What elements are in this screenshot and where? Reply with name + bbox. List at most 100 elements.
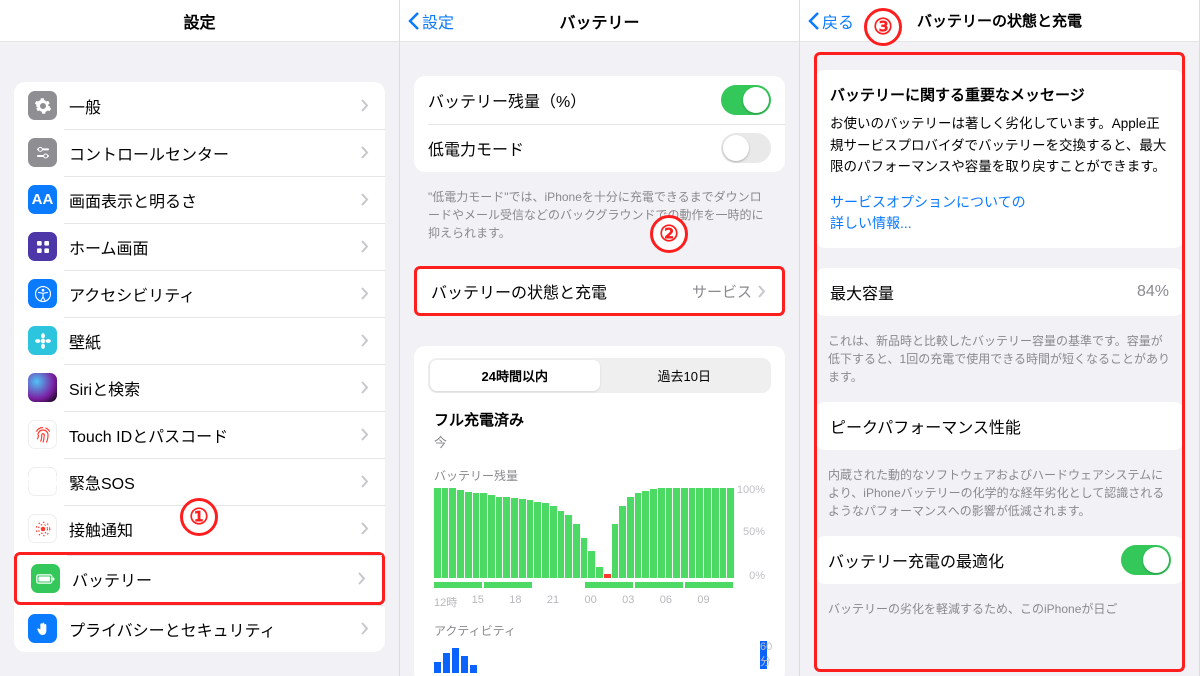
- chart-bar: [619, 506, 627, 578]
- xaxis-tick: 18: [509, 594, 547, 610]
- settings-row-label: Touch IDとパスコード: [69, 423, 361, 447]
- chevron-right-icon: [361, 146, 371, 159]
- battery-percentage-toggle[interactable]: [721, 85, 771, 115]
- chart-bar: [588, 551, 596, 578]
- chevron-right-icon: [361, 287, 371, 300]
- y-60min: 60分: [760, 641, 767, 669]
- charging-indicator-line: [434, 582, 735, 588]
- last-charge-title: フル充電済み: [414, 397, 785, 430]
- settings-row-label: 緊急SOS: [69, 470, 361, 494]
- back-label: 戻る: [822, 9, 854, 33]
- chart-bar: [434, 488, 442, 578]
- chart-bar: [519, 499, 527, 578]
- chevron-right-icon: [361, 334, 371, 347]
- chart-bar: [573, 524, 581, 578]
- optimized-charging-toggle[interactable]: [1121, 545, 1171, 575]
- last-charge-sub: 今: [414, 430, 785, 461]
- row-detail: サービス: [692, 281, 752, 302]
- activity-chart: 60分: [434, 645, 735, 673]
- chart-xaxis: 12時15182100030609: [434, 594, 735, 610]
- chart-bar: [503, 497, 511, 578]
- settings-row-siri[interactable]: Siriと検索: [14, 364, 385, 411]
- chart-bar: [712, 488, 720, 578]
- xaxis-tick: 00: [585, 594, 623, 610]
- row-label: 低電力モード: [428, 136, 721, 160]
- chart-bar: [473, 493, 481, 579]
- seg-24h[interactable]: 24時間以内: [430, 360, 600, 391]
- row-label: バッテリー残量（%）: [428, 88, 721, 112]
- optimized-charging-row[interactable]: バッテリー充電の最適化: [814, 536, 1185, 584]
- back-button[interactable]: 戻る: [808, 9, 854, 33]
- settings-row-label: プライバシーとセキュリティ: [69, 617, 361, 641]
- chart-bar: [542, 503, 550, 578]
- chart-bar: [696, 488, 704, 578]
- xaxis-tick: 12時: [434, 594, 472, 610]
- chart-bar: [666, 488, 674, 578]
- annotation-badge-1: ①: [180, 498, 218, 536]
- message-body: お使いのバッテリーは著しく劣化しています。Apple正規サービスプロバイダでバッ…: [814, 113, 1185, 188]
- max-capacity-note: これは、新品時と比較したバッテリー容量の基準です。容量が低下すると、1回の充電で…: [800, 326, 1199, 394]
- chart-bar: [449, 488, 457, 578]
- chart-bar: [627, 497, 635, 578]
- chart-bar: [442, 488, 450, 578]
- nav-bar: 戻る バッテリーの状態と充電: [800, 0, 1199, 42]
- service-options-link[interactable]: サービスオプションについての 詳しい情報...: [814, 188, 1185, 248]
- low-power-row[interactable]: 低電力モード: [414, 124, 785, 172]
- settings-row-battery[interactable]: バッテリー: [14, 552, 385, 605]
- settings-row-label: コントロールセンター: [69, 141, 361, 165]
- chart-bar: [465, 492, 473, 578]
- chevron-right-icon: [758, 285, 768, 298]
- peak-performance-note: 内蔵された動的なソフトウェアおよびハードウェアシステムにより、iPhoneバッテ…: [800, 460, 1199, 528]
- chart-bar: [612, 524, 620, 578]
- settings-row-wallpaper[interactable]: 壁紙: [14, 317, 385, 364]
- battery-icon: [31, 564, 60, 593]
- settings-row-general[interactable]: 一般: [14, 82, 385, 129]
- chart-label-level: バッテリー残量: [414, 461, 785, 488]
- xaxis-tick: 09: [697, 594, 735, 610]
- chart-bar: [488, 495, 496, 578]
- optimized-charging-note: バッテリーの劣化を軽減するため、このiPhoneが日ご: [800, 594, 1199, 626]
- settings-row-label: 一般: [69, 94, 361, 118]
- chevron-right-icon: [361, 522, 371, 535]
- row-label: バッテリー充電の最適化: [828, 548, 1121, 572]
- page-title: 設定: [183, 9, 215, 33]
- battery-percentage-row[interactable]: バッテリー残量（%）: [414, 76, 785, 124]
- back-button[interactable]: 設定: [408, 9, 454, 33]
- battery-health-row[interactable]: バッテリーの状態と充電 サービス: [417, 269, 782, 313]
- hand-icon: [28, 614, 57, 643]
- peak-performance-row: ピークパフォーマンス性能: [814, 402, 1185, 450]
- settings-row-touchid[interactable]: Touch IDとパスコード: [14, 411, 385, 458]
- back-label: 設定: [422, 9, 454, 33]
- xaxis-tick: 03: [622, 594, 660, 610]
- settings-row-label: アクセシビリティ: [69, 282, 361, 306]
- sliders-icon: [28, 138, 57, 167]
- accessibility-icon: [28, 279, 57, 308]
- chart-bar: [596, 567, 604, 578]
- low-power-toggle[interactable]: [721, 133, 771, 163]
- low-power-note: "低電力モード"では、iPhoneを十分に充電できるまでダウンロードやメール受信…: [400, 182, 799, 250]
- chevron-right-icon: [361, 475, 371, 488]
- settings-row-control-center[interactable]: コントロールセンター: [14, 129, 385, 176]
- nav-bar: 設定 バッテリー: [400, 0, 799, 42]
- home-grid-icon: [28, 232, 57, 261]
- seg-10d[interactable]: 過去10日: [600, 360, 770, 391]
- annotation-badge-3: ③: [864, 8, 902, 46]
- y-0: 0%: [749, 570, 765, 582]
- chart-bar: [650, 489, 658, 578]
- settings-row-label: Siriと検索: [69, 376, 361, 400]
- chevron-right-icon: [361, 240, 371, 253]
- settings-row-privacy[interactable]: プライバシーとセキュリティ: [14, 605, 385, 652]
- settings-row-accessibility[interactable]: アクセシビリティ: [14, 270, 385, 317]
- chevron-right-icon: [358, 572, 368, 585]
- chart-bar: [457, 490, 465, 578]
- display-aa-icon: AA: [28, 185, 57, 214]
- chart-bar: [534, 502, 542, 579]
- settings-row-home[interactable]: ホーム画面: [14, 223, 385, 270]
- chart-label-activity: アクティビティ: [414, 610, 785, 643]
- page-title: バッテリーの状態と充電: [917, 10, 1082, 31]
- fingerprint-icon: [28, 420, 57, 449]
- chart-bar: [604, 574, 612, 579]
- row-label: バッテリーの状態と充電: [431, 279, 692, 303]
- settings-row-label: 画面表示と明るさ: [69, 188, 361, 212]
- settings-row-display[interactable]: AA 画面表示と明るさ: [14, 176, 385, 223]
